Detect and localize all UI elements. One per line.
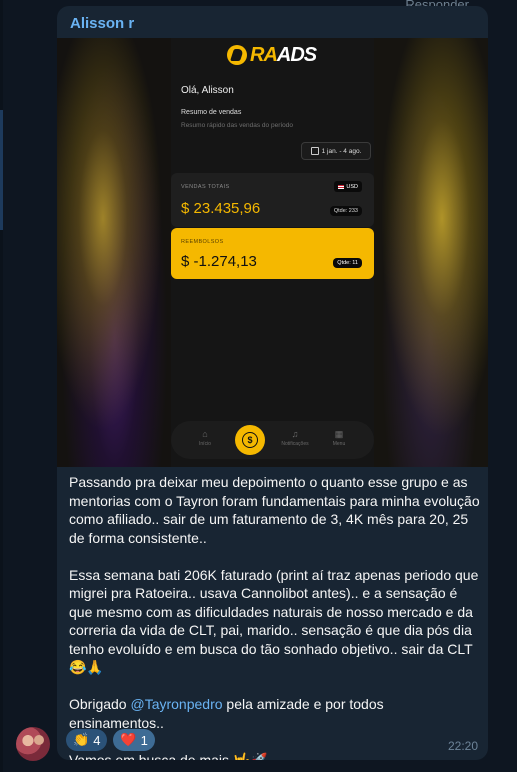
app-screenshot: RAADS Olá, Alisson Resumo de vendas Resu… (171, 38, 374, 467)
total-sales-amount: $ 23.435,96 (181, 200, 261, 217)
thanks-text: Obrigado (69, 696, 131, 712)
refunds-label: REEMBOLSOS (181, 239, 224, 245)
greeting: Olá, Alisson (181, 85, 234, 96)
sender-avatar[interactable] (16, 727, 50, 761)
heart-icon: ❤️ (120, 732, 137, 747)
refunds-card: REEMBOLSOS $ -1.274,13 Qtde: 11 (171, 228, 374, 279)
dollar-icon: $ (242, 432, 258, 448)
message-bubble[interactable]: Alisson r RAADS Olá, Alisson Resumo de v… (57, 6, 488, 760)
scroll-indicator (0, 110, 3, 230)
calendar-icon (310, 147, 319, 155)
reaction-heart[interactable]: ❤️ 1 (113, 729, 155, 751)
reaction-clap[interactable]: 👏 4 (66, 729, 108, 751)
mention-link[interactable]: @Tayronpedro (130, 696, 222, 712)
reactions-bar: 👏 4 ❤️ 1 (66, 729, 155, 751)
logo-text-ra: RA (250, 43, 278, 66)
message-photo[interactable]: RAADS Olá, Alisson Resumo de vendas Resu… (57, 38, 488, 467)
sender-name[interactable]: Alisson r (70, 15, 134, 32)
currency-badge: USD (334, 181, 362, 192)
app-bottom-nav: ⌂ Início $ ♫ Notificações ▦ Menu (171, 421, 374, 459)
summary-subtitle: Resumo rápido das vendas do período (181, 122, 294, 129)
clap-icon: 👏 (73, 732, 90, 747)
nav-menu-label: Menu (332, 441, 346, 447)
refunds-qty: Qtde: 11 (333, 258, 362, 268)
photo-blur-left (57, 38, 172, 467)
message-paragraph-4: Vamos em busca de mais 🤟🚀 (69, 751, 268, 761)
nav-notifications-label: Notificações (281, 441, 309, 447)
raads-logo-icon (227, 45, 247, 65)
message-paragraph-3: Obrigado @Tayronpedro pela amizade e por… (69, 695, 481, 732)
message-paragraph-2: Essa semana bati 206K faturado (print aí… (69, 566, 479, 676)
nav-home: ⌂ Início (187, 429, 223, 447)
message-timestamp: 22:20 (447, 739, 478, 753)
summary-title: Resumo de vendas (181, 109, 242, 116)
bell-icon: ♫ (291, 429, 299, 439)
message-paragraph-1: Passando pra deixar meu depoimento o qua… (69, 474, 480, 546)
currency-label: USD (346, 183, 358, 190)
us-flag-icon (338, 184, 345, 189)
refunds-amount: $ -1.274,13 (181, 253, 257, 270)
logo-text-ads: ADS (276, 43, 317, 66)
raads-logo: RAADS (227, 43, 317, 66)
reaction-count: 4 (93, 732, 101, 748)
nav-center-button: $ (235, 425, 265, 455)
nav-menu: ▦ Menu (321, 429, 357, 447)
nav-home-label: Início (199, 441, 211, 447)
grid-icon: ▦ (334, 429, 344, 439)
total-sales-qty: Qtde: 233 (329, 206, 362, 216)
photo-blur-right (373, 38, 488, 467)
message-text: Passando pra deixar meu depoimento o qua… (69, 473, 481, 760)
reaction-count: 1 (140, 732, 148, 748)
nav-notifications: ♫ Notificações (277, 429, 313, 447)
date-range-button: 1 jan. - 4 ago. (301, 142, 371, 160)
date-range-label: 1 jan. - 4 ago. (321, 147, 362, 155)
home-icon: ⌂ (202, 429, 208, 439)
total-sales-label: VENDAS TOTAIS (181, 184, 230, 190)
total-sales-card: VENDAS TOTAIS USD $ 23.435,96 Qtde: 233 (171, 173, 374, 227)
